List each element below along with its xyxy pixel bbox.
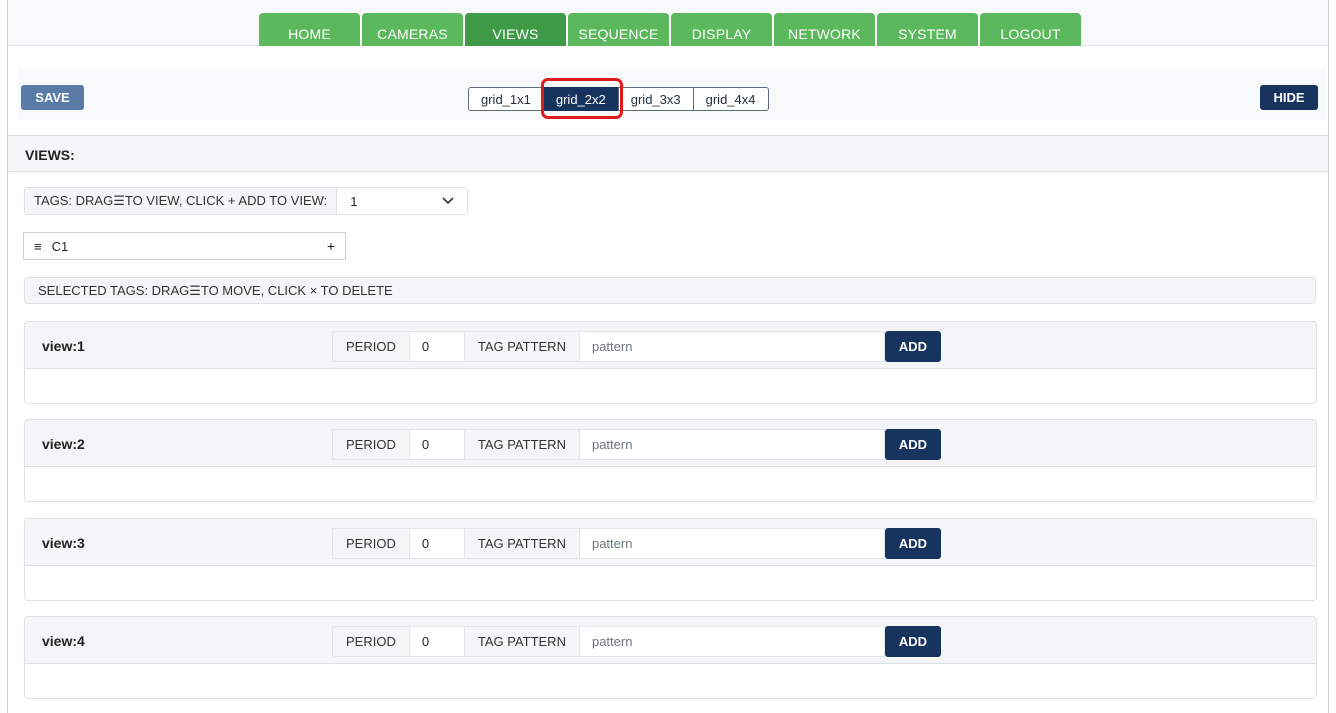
add-pattern-button[interactable]: ADD [884,331,941,362]
tag-chip-c1[interactable]: ≡ C1 + [23,232,346,260]
nav-tab-views[interactable]: VIEWS [465,13,566,46]
nav-tab-display[interactable]: DISPLAY [671,13,772,46]
tag-pattern-input[interactable]: pattern [578,626,885,657]
period-label: PERIOD [332,331,410,362]
view-card-header: view:3 PERIOD 0 TAG PATTERN pattern ADD [25,519,1316,566]
view-name: view:3 [42,535,85,551]
view-controls: PERIOD 0 TAG PATTERN pattern ADD [332,429,941,460]
chevron-down-icon [442,197,454,205]
main-nav: HOME CAMERAS VIEWS SEQUENCE DISPLAY NETW… [259,13,1083,46]
view-card: view:3 PERIOD 0 TAG PATTERN pattern ADD [24,518,1317,601]
drag-handle-icon[interactable]: ≡ [34,239,42,254]
add-pattern-button[interactable]: ADD [884,429,941,460]
grid-3x3-button[interactable]: grid_3x3 [617,87,694,111]
period-input[interactable]: 0 [408,331,465,362]
view-card-header: view:4 PERIOD 0 TAG PATTERN pattern ADD [25,617,1316,664]
view-card-header: view:1 PERIOD 0 TAG PATTERN pattern ADD [25,322,1316,369]
selected-tags-bar: SELECTED TAGS: DRAG☰TO MOVE, CLICK × TO … [24,277,1316,304]
period-input[interactable]: 0 [408,528,465,559]
tags-select-value: 1 [350,193,358,209]
grid-2x2-button[interactable]: grid_2x2 [542,87,619,111]
add-pattern-button[interactable]: ADD [884,528,941,559]
nav-tab-cameras[interactable]: CAMERAS [362,13,463,46]
grid-4x4-button[interactable]: grid_4x4 [692,87,769,111]
selected-tags-label: SELECTED TAGS: DRAG☰TO MOVE, CLICK × TO … [38,282,393,298]
view-controls: PERIOD 0 TAG PATTERN pattern ADD [332,626,941,657]
tag-pattern-input[interactable]: pattern [578,331,885,362]
period-label: PERIOD [332,626,410,657]
view-card: view:4 PERIOD 0 TAG PATTERN pattern ADD [24,616,1317,699]
view-controls: PERIOD 0 TAG PATTERN pattern ADD [332,528,941,559]
tags-select-dropdown[interactable]: 1 [337,188,468,214]
tags-row: TAGS: DRAG☰TO VIEW, CLICK + ADD TO VIEW:… [24,187,469,215]
tag-chip-label: C1 [51,238,69,254]
add-pattern-button[interactable]: ADD [884,626,941,657]
nav-tab-logout[interactable]: LOGOUT [980,13,1081,46]
add-tag-icon[interactable]: + [327,238,335,254]
app-frame: HOME CAMERAS VIEWS SEQUENCE DISPLAY NETW… [7,0,1329,713]
save-button[interactable]: SAVE [21,85,84,110]
nav-tab-home[interactable]: HOME [259,13,360,46]
tag-pattern-label: TAG PATTERN [463,528,580,559]
view-card: view:1 PERIOD 0 TAG PATTERN pattern ADD [24,321,1317,404]
tag-pattern-label: TAG PATTERN [463,331,580,362]
period-label: PERIOD [332,528,410,559]
hide-button[interactable]: HIDE [1260,85,1318,110]
tags-instruction-label: TAGS: DRAG☰TO VIEW, CLICK + ADD TO VIEW: [25,188,338,214]
period-input[interactable]: 0 [408,626,465,657]
tag-pattern-label: TAG PATTERN [463,429,580,460]
view-card: view:2 PERIOD 0 TAG PATTERN pattern ADD [24,419,1317,502]
view-name: view:2 [42,436,85,452]
nav-tab-network[interactable]: NETWORK [774,13,875,46]
tag-pattern-input[interactable]: pattern [578,429,885,460]
grid-toolbar: SAVE grid_1x1 grid_2x2 grid_3x3 grid_4x4… [18,68,1326,120]
grid-layout-selector: grid_1x1 grid_2x2 grid_3x3 grid_4x4 [468,87,769,111]
tag-pattern-label: TAG PATTERN [463,626,580,657]
period-label: PERIOD [332,429,410,460]
view-card-header: view:2 PERIOD 0 TAG PATTERN pattern ADD [25,420,1316,467]
nav-tab-sequence[interactable]: SEQUENCE [568,13,669,46]
tag-pattern-input[interactable]: pattern [578,528,885,559]
grid-1x1-button[interactable]: grid_1x1 [468,87,544,111]
view-name: view:1 [42,338,85,354]
period-input[interactable]: 0 [408,429,465,460]
view-name: view:4 [42,633,85,649]
top-nav-bar: HOME CAMERAS VIEWS SEQUENCE DISPLAY NETW… [8,0,1328,46]
nav-tab-system[interactable]: SYSTEM [877,13,978,46]
views-panel: VIEWS: TAGS: DRAG☰TO VIEW, CLICK + ADD T… [8,135,1328,713]
view-controls: PERIOD 0 TAG PATTERN pattern ADD [332,331,941,362]
views-panel-title: VIEWS: [8,136,1328,172]
